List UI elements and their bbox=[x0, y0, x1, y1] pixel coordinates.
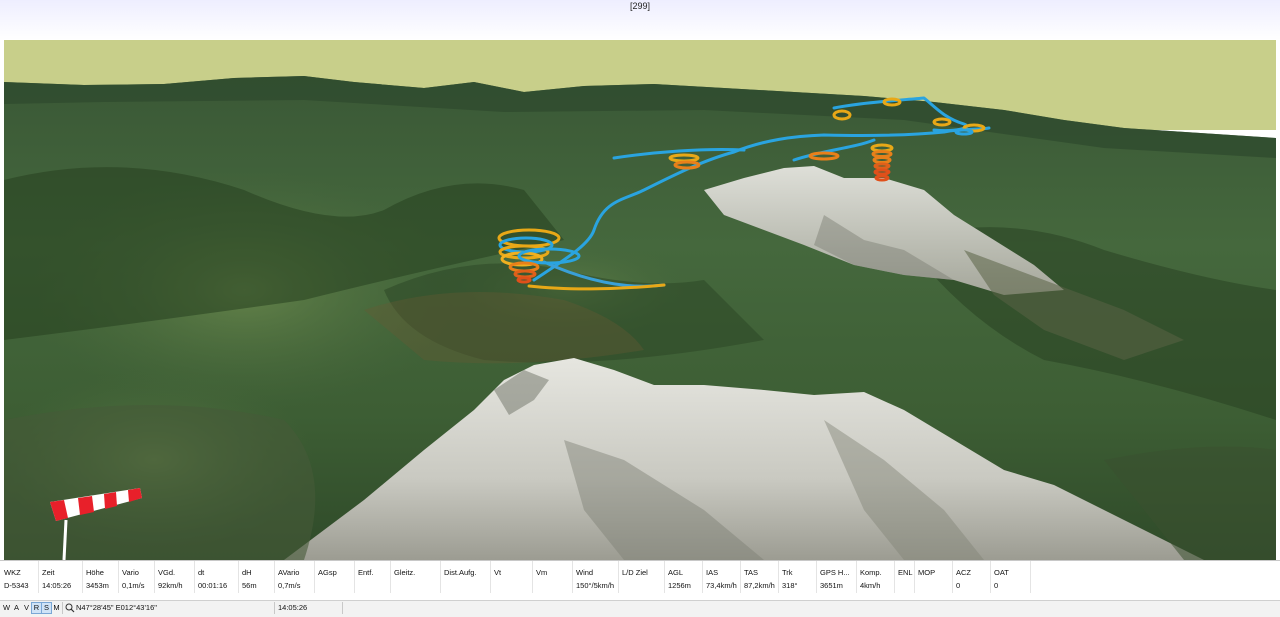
data-column-label: Trk bbox=[782, 568, 793, 577]
status-toggle-w[interactable]: W bbox=[2, 603, 11, 613]
data-column-label: dH bbox=[242, 568, 252, 577]
data-column-label: AVario bbox=[278, 568, 300, 577]
data-column-label: GPS H... bbox=[820, 568, 850, 577]
status-separator bbox=[274, 602, 275, 614]
data-column-label: TAS bbox=[744, 568, 759, 577]
data-column-value: 56m bbox=[242, 581, 257, 590]
data-column: IAS 73,4km/h bbox=[702, 561, 741, 593]
data-column-value: 3453m bbox=[86, 581, 109, 590]
data-column-value: 0 bbox=[956, 581, 961, 590]
data-column-label: Komp. bbox=[860, 568, 882, 577]
data-column-label: Dist.Aufg. bbox=[444, 568, 477, 577]
data-column-label: WKZ bbox=[4, 568, 21, 577]
data-column-value: 0,7m/s bbox=[278, 581, 301, 590]
data-column-value: 150°/5km/h bbox=[576, 581, 615, 590]
data-column-value: 87,2km/h bbox=[744, 581, 775, 590]
status-toggle-a[interactable]: A bbox=[12, 603, 21, 613]
data-column-label: ACZ bbox=[956, 568, 971, 577]
data-column-label: Vm bbox=[536, 568, 548, 577]
data-column: Trk 318° bbox=[778, 561, 817, 593]
3d-view-frame[interactable] bbox=[0, 40, 1280, 560]
data-column-label: L/D Ziel bbox=[622, 568, 648, 577]
data-column-label: Höhe bbox=[86, 568, 104, 577]
status-toggle-r[interactable]: R bbox=[31, 602, 42, 614]
data-column: AGL 1256m bbox=[664, 561, 703, 593]
data-column: dH 56m bbox=[238, 561, 275, 593]
data-column: Vm bbox=[532, 561, 573, 593]
data-column-label: Zeit bbox=[42, 568, 55, 577]
status-separator bbox=[342, 602, 343, 614]
data-column: dt 00:01:16 bbox=[194, 561, 239, 593]
data-column-value: 14:05:26 bbox=[42, 581, 72, 590]
data-column-label: Gleitz. bbox=[394, 568, 416, 577]
data-column: WKZ D-5343 bbox=[0, 561, 39, 593]
status-bar: WAVRSM N47°28'45" E012°43'16" 14:05:26 bbox=[0, 600, 1280, 617]
data-column: Höhe 3453m bbox=[82, 561, 119, 593]
data-column-label: Vt bbox=[494, 568, 502, 577]
data-column: AVario 0,7m/s bbox=[274, 561, 315, 593]
data-column: ACZ 0 bbox=[952, 561, 991, 593]
data-column-value: 1256m bbox=[668, 581, 691, 590]
flight-data-panel: WKZ D-5343 Zeit 14:05:26 Höhe 3453m Vario 0,1m/… bbox=[0, 560, 1280, 601]
search-icon[interactable] bbox=[65, 602, 75, 614]
status-toggle-m[interactable]: M bbox=[52, 603, 61, 613]
data-column-value: 3651m bbox=[820, 581, 843, 590]
data-column: TAS 87,2km/h bbox=[740, 561, 779, 593]
data-column: ENL bbox=[894, 561, 915, 593]
data-column: VGd. 92km/h bbox=[154, 561, 195, 593]
status-time: 14:05:26 bbox=[278, 603, 308, 612]
data-column-value: 318° bbox=[782, 581, 798, 590]
data-column: GPS H... 3651m bbox=[816, 561, 857, 593]
data-column-value: 0 bbox=[994, 581, 999, 590]
window-title: [299] bbox=[629, 1, 651, 11]
data-column: Dist.Aufg. bbox=[440, 561, 491, 593]
data-column-label: Vario bbox=[122, 568, 139, 577]
data-column-label: Wind bbox=[576, 568, 594, 577]
title-bar: [299] bbox=[0, 0, 1280, 40]
data-column: Wind 150°/5km/h bbox=[572, 561, 619, 593]
data-column-label: ENL bbox=[898, 568, 913, 577]
data-column: Gleitz. bbox=[390, 561, 441, 593]
terrain-3d-view[interactable] bbox=[4, 40, 1276, 560]
data-column: AGsp bbox=[314, 561, 355, 593]
data-column-label: dt bbox=[198, 568, 205, 577]
data-column: L/D Ziel bbox=[618, 561, 665, 593]
data-column-label: MOP bbox=[918, 568, 936, 577]
data-column-label: AGL bbox=[668, 568, 684, 577]
status-coordinates: N47°28'45" E012°43'16" bbox=[76, 603, 157, 612]
data-column-value: 0,1m/s bbox=[122, 581, 145, 590]
data-column-label: Entf. bbox=[358, 568, 374, 577]
data-column-label: VGd. bbox=[158, 568, 176, 577]
data-column: Entf. bbox=[354, 561, 391, 593]
status-separator bbox=[62, 602, 63, 614]
data-column-value: 92km/h bbox=[158, 581, 183, 590]
data-column-value: 00:01:16 bbox=[198, 581, 228, 590]
data-column: Vt bbox=[490, 561, 533, 593]
data-column-label: OAT bbox=[994, 568, 1009, 577]
data-column: Zeit 14:05:26 bbox=[38, 561, 83, 593]
status-toggle-s[interactable]: S bbox=[41, 602, 52, 614]
data-column-label: AGsp bbox=[318, 568, 337, 577]
data-column: OAT 0 bbox=[990, 561, 1031, 593]
forest-slope bbox=[4, 405, 316, 560]
data-column-value: 73,4km/h bbox=[706, 581, 737, 590]
data-column-value: 4km/h bbox=[860, 581, 881, 590]
data-column-label: IAS bbox=[706, 568, 719, 577]
data-column: MOP bbox=[914, 561, 953, 593]
data-column: Komp. 4km/h bbox=[856, 561, 895, 593]
data-column: Vario 0,1m/s bbox=[118, 561, 155, 593]
data-column-value: D-5343 bbox=[4, 581, 29, 590]
status-toggle-v[interactable]: V bbox=[22, 603, 31, 613]
